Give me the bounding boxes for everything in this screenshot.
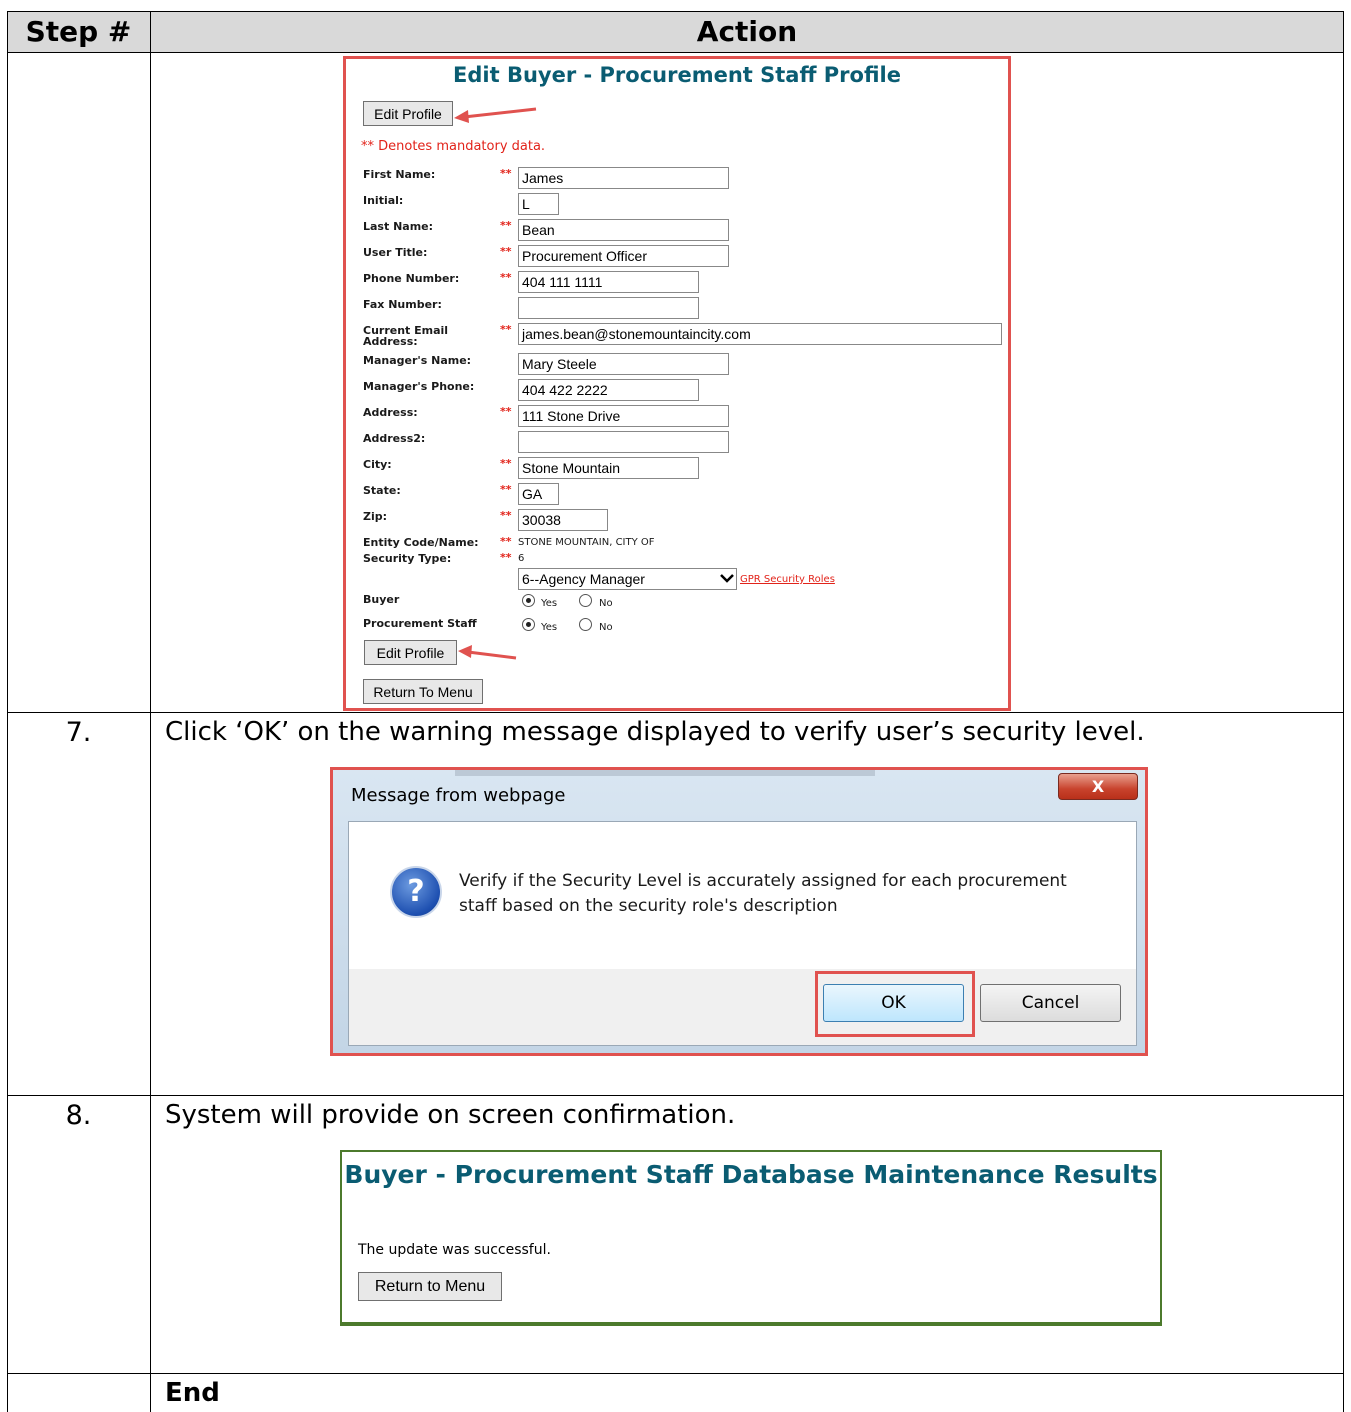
- chevron-down-icon: [720, 574, 734, 583]
- step-number-7: 7.: [65, 717, 92, 748]
- mandatory-marker: **: [500, 245, 512, 258]
- buyer-no-radio[interactable]: [579, 594, 592, 607]
- step-7-instruction: Click ‘OK’ on the warning message displa…: [165, 717, 1145, 747]
- table-row-divider: [7, 1095, 1344, 1096]
- table-row-divider: [7, 712, 1344, 713]
- buyer-no-label: No: [599, 598, 613, 609]
- manager-name-input[interactable]: Mary Steele: [518, 353, 729, 375]
- edit-profile-screenshot: Edit Buyer - Procurement Staff Profile E…: [343, 56, 1011, 711]
- first-name-input[interactable]: James: [518, 167, 729, 189]
- confirmation-title: Buyer - Procurement Staff Database Maint…: [344, 1160, 1158, 1189]
- address-input[interactable]: 111 Stone Drive: [518, 405, 729, 427]
- buyer-yes-radio[interactable]: [522, 594, 535, 607]
- mandatory-marker: **: [500, 509, 512, 522]
- zip-input[interactable]: 30038: [518, 509, 608, 531]
- return-to-menu-button[interactable]: Return To Menu: [363, 679, 483, 704]
- address2-label: Address2:: [363, 432, 426, 445]
- background-page-blur: [455, 770, 875, 776]
- procurement-staff-no-radio[interactable]: [579, 618, 592, 631]
- mandatory-marker: **: [500, 323, 512, 336]
- procurement-staff-yes-radio[interactable]: [522, 618, 535, 631]
- email-label: Current Email Address:: [363, 324, 449, 348]
- mandatory-marker: **: [500, 483, 512, 496]
- return-to-menu-button[interactable]: Return to Menu: [358, 1272, 502, 1301]
- address2-input[interactable]: [518, 431, 729, 453]
- security-role-selected: 6--Agency Manager: [522, 571, 645, 587]
- annotation-arrow-icon: [458, 645, 517, 660]
- table-left-border: [7, 11, 8, 1412]
- city-input[interactable]: Stone Mountain: [518, 457, 699, 479]
- phone-label: Phone Number:: [363, 272, 460, 285]
- step-number-8: 8.: [65, 1100, 92, 1131]
- state-input[interactable]: GA: [518, 483, 559, 505]
- table-right-border: [1343, 11, 1344, 1412]
- mandatory-marker: **: [500, 167, 512, 180]
- user-title-label: User Title:: [363, 246, 428, 259]
- fax-input[interactable]: [518, 297, 699, 319]
- mandatory-marker: **: [500, 551, 512, 564]
- end-label: End: [165, 1378, 220, 1408]
- mandatory-marker: **: [500, 271, 512, 284]
- mandatory-marker: **: [500, 535, 512, 548]
- ok-button[interactable]: OK: [823, 984, 964, 1022]
- entity-value: STONE MOUNTAIN, CITY OF: [518, 537, 655, 548]
- city-label: City:: [363, 458, 392, 471]
- mandatory-marker: **: [500, 457, 512, 470]
- confirmation-message: The update was successful.: [358, 1242, 551, 1258]
- step-column-header: Step #: [25, 15, 132, 48]
- last-name-input[interactable]: Bean: [518, 219, 729, 241]
- initial-input[interactable]: L: [518, 193, 559, 215]
- confirmation-screenshot: Buyer - Procurement Staff Database Maint…: [340, 1150, 1162, 1326]
- buyer-label: Buyer: [363, 593, 400, 606]
- mandatory-note: ** Denotes mandatory data.: [361, 139, 546, 154]
- procurement-staff-yes-label: Yes: [541, 622, 558, 633]
- procurement-staff-no-label: No: [599, 622, 613, 633]
- security-type-label: Security Type:: [363, 552, 452, 565]
- annotation-arrow-icon: [454, 107, 537, 123]
- first-name-label: First Name:: [363, 168, 436, 181]
- form-title: Edit Buyer - Procurement Staff Profile: [453, 63, 901, 87]
- mandatory-marker: **: [500, 405, 512, 418]
- edit-profile-button-bottom[interactable]: Edit Profile: [364, 640, 457, 665]
- dialog-message: Verify if the Security Level is accurate…: [459, 871, 1067, 916]
- entity-label: Entity Code/Name:: [363, 536, 479, 549]
- procurement-staff-label: Procurement Staff: [363, 617, 477, 630]
- manager-phone-input[interactable]: 404 422 2222: [518, 379, 699, 401]
- fax-label: Fax Number:: [363, 298, 442, 311]
- security-type-value: 6: [518, 553, 525, 564]
- table-column-divider: [150, 11, 151, 1412]
- question-icon: ?: [390, 866, 442, 918]
- edit-profile-button-top[interactable]: Edit Profile: [363, 101, 453, 126]
- address-label: Address:: [363, 406, 418, 419]
- dialog-title: Message from webpage: [351, 785, 566, 806]
- step-8-instruction: System will provide on screen confirmati…: [165, 1100, 736, 1130]
- mandatory-marker: **: [500, 219, 512, 232]
- cancel-button[interactable]: Cancel: [980, 984, 1121, 1022]
- message-dialog-screenshot: Message from webpage X ? Verify if the S…: [330, 767, 1148, 1056]
- user-title-input[interactable]: Procurement Officer: [518, 245, 729, 267]
- buyer-yes-label: Yes: [541, 598, 558, 609]
- email-input[interactable]: james.bean@stonemountaincity.com: [518, 323, 1002, 345]
- gpr-security-roles-link[interactable]: GPR Security Roles: [740, 574, 835, 585]
- manager-phone-label: Manager's Phone:: [363, 380, 475, 393]
- zip-label: Zip:: [363, 510, 388, 523]
- last-name-label: Last Name:: [363, 220, 434, 233]
- table-header-divider: [7, 52, 1344, 53]
- table-row-divider: [7, 1373, 1344, 1374]
- phone-input[interactable]: 404 111 1111: [518, 271, 699, 293]
- action-column-header: Action: [696, 15, 798, 48]
- state-label: State:: [363, 484, 401, 497]
- security-role-select[interactable]: 6--Agency Manager: [518, 568, 737, 590]
- manager-name-label: Manager's Name:: [363, 354, 472, 367]
- close-button[interactable]: X: [1058, 773, 1138, 800]
- initial-label: Initial:: [363, 194, 404, 207]
